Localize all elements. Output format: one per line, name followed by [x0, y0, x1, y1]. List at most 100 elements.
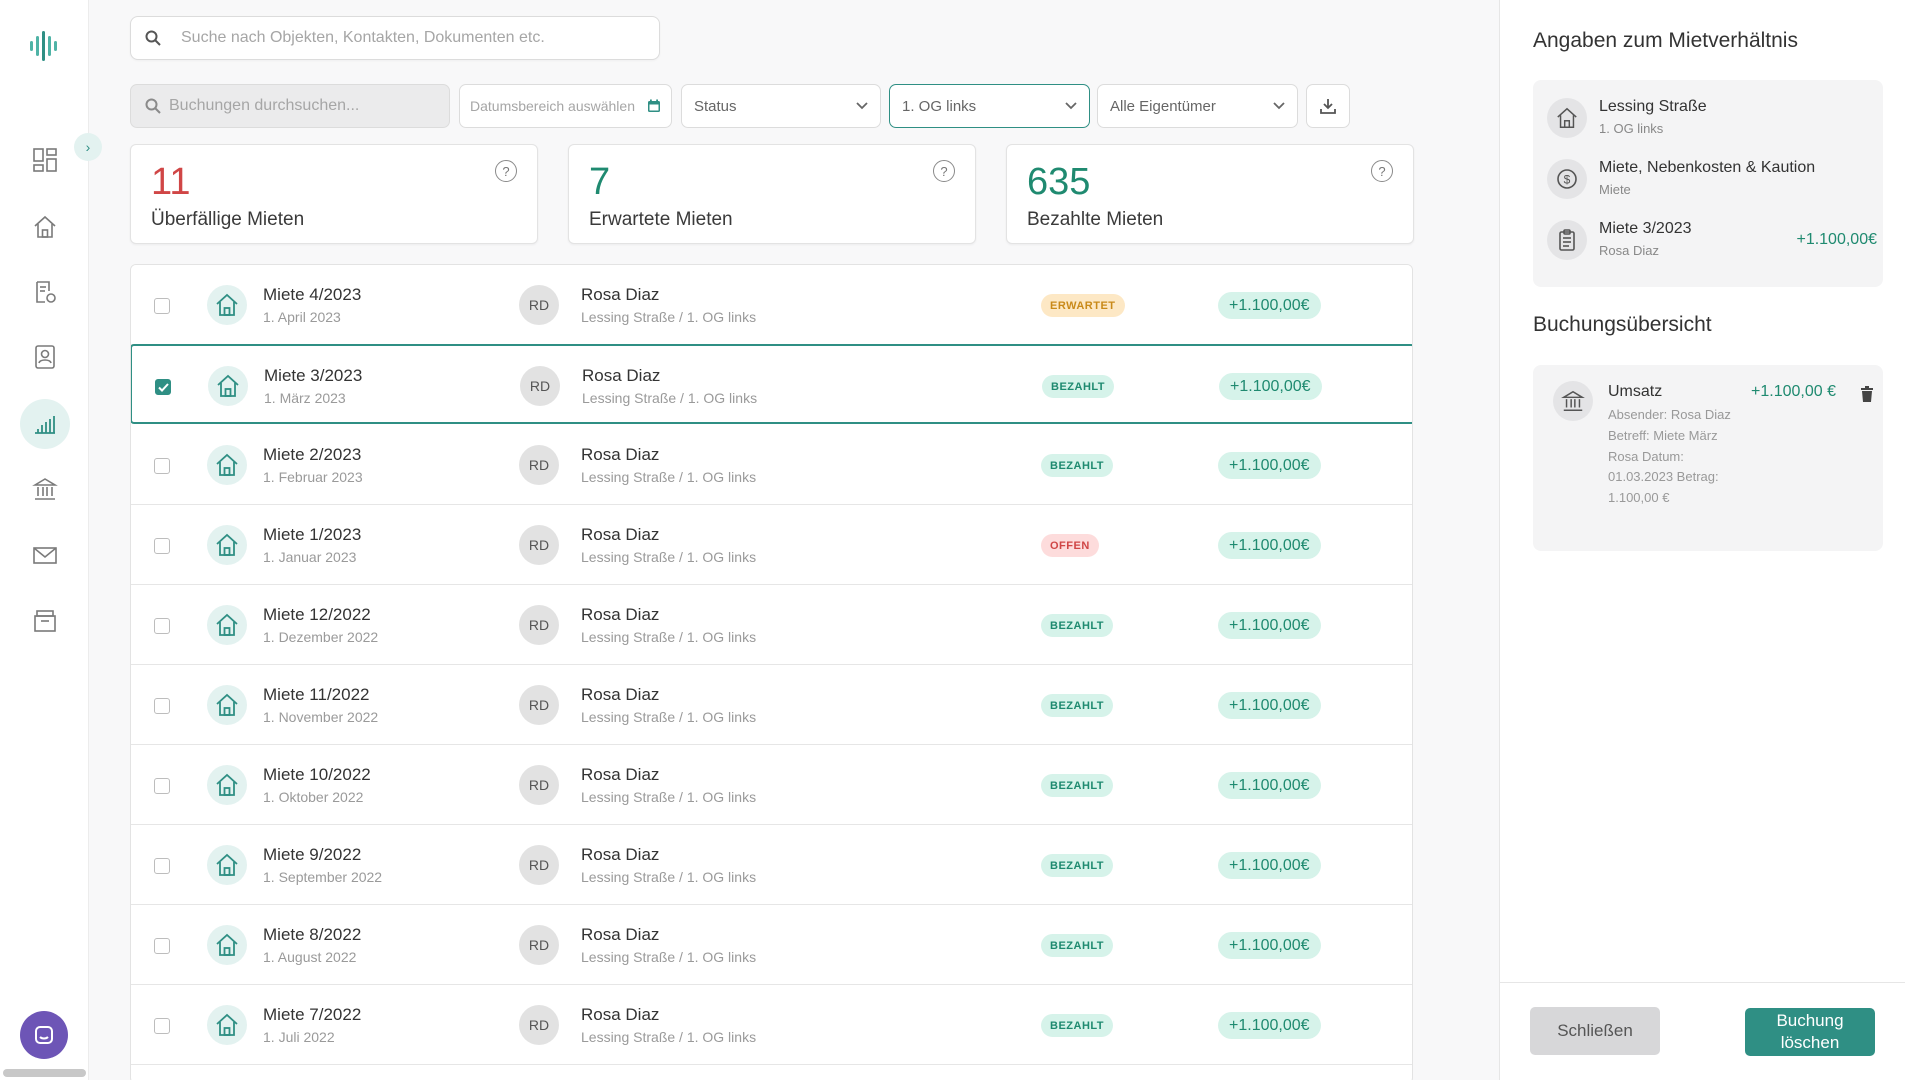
- row-title: Miete 11/2022: [263, 685, 370, 704]
- archive-icon[interactable]: [26, 602, 64, 640]
- table-row[interactable]: Miete 10/2022 1. Oktober 2022 RD Rosa Diaz L…: [131, 745, 1412, 825]
- row-date: 1. August 2022: [263, 949, 357, 965]
- tenant-name: Rosa Diaz: [581, 445, 660, 464]
- table-row[interactable]: Miete 11/2022 1. November 2022 RD Rosa Diaz…: [131, 665, 1412, 745]
- table-row[interactable]: Miete 2/2023 1. Februar 2023 RD Rosa Diaz Le…: [131, 425, 1412, 505]
- contact-book-icon[interactable]: [26, 338, 64, 376]
- help-icon[interactable]: ?: [1371, 160, 1393, 182]
- row-checkbox[interactable]: [154, 298, 170, 314]
- bank-icon[interactable]: [26, 470, 64, 508]
- booking-search[interactable]: [130, 84, 450, 128]
- tenant-unit: Lessing Straße / 1. OG links: [581, 469, 757, 485]
- booking-search-input[interactable]: [169, 97, 439, 115]
- status-select[interactable]: Status: [681, 84, 881, 128]
- tenant-name: Rosa Diaz: [581, 925, 660, 944]
- row-checkbox[interactable]: [154, 938, 170, 954]
- sidebar-scrollbar[interactable]: [3, 1069, 86, 1077]
- house-icon: [207, 845, 247, 885]
- tenant-unit: Lessing Straße / 1. OG links: [581, 949, 757, 965]
- unit-select[interactable]: 1. OG links: [889, 84, 1090, 128]
- house-icon: [207, 925, 247, 965]
- panel-title: Angaben zum Mietverhältnis: [1533, 29, 1798, 52]
- row-checkbox[interactable]: [154, 778, 170, 794]
- stat-value: 635: [1027, 161, 1091, 203]
- avatar: RD: [520, 366, 560, 406]
- row-checkbox[interactable]: [154, 858, 170, 874]
- calendar-icon: [648, 99, 660, 112]
- stat-card-paid[interactable]: 635 Bezahlte Mieten ?: [1006, 144, 1414, 244]
- row-date: 1. April 2023: [263, 309, 341, 325]
- home-icon: [1547, 98, 1587, 138]
- trash-icon[interactable]: [1860, 386, 1874, 407]
- booking-details: Absender: Rosa Diaz Betreff: Miete März …: [1608, 407, 1731, 506]
- status-badge: BEZAHLT: [1041, 854, 1114, 877]
- avatar: RD: [519, 525, 559, 565]
- avatar: RD: [519, 765, 559, 805]
- row-title: Miete 10/2022: [263, 765, 371, 784]
- rent-title: Miete 3/2023: [1599, 220, 1692, 237]
- help-icon[interactable]: ?: [933, 160, 955, 182]
- date-range-placeholder: Datumsbereich auswählen: [470, 98, 635, 114]
- booking-amount: +1.100,00 €: [1751, 383, 1836, 400]
- category-item[interactable]: $ Miete, Nebenkosten & Kaution Miete: [1547, 155, 1877, 205]
- owner-select[interactable]: Alle Eigentümer: [1097, 84, 1298, 128]
- category-sub: Miete: [1599, 182, 1631, 197]
- global-search-input[interactable]: [181, 29, 621, 47]
- bar-chart-icon[interactable]: [20, 399, 70, 449]
- dashboard-icon[interactable]: [26, 141, 64, 179]
- row-checkbox[interactable]: [154, 698, 170, 714]
- panel-footer-divider: [1500, 982, 1905, 983]
- bookings-table: Miete 4/2023 1. April 2023 RD Rosa Diaz Less…: [130, 264, 1413, 1080]
- property-item[interactable]: Lessing Straße 1. OG links: [1547, 94, 1877, 144]
- avatar: RD: [519, 605, 559, 645]
- stat-card-expected[interactable]: 7 Erwartete Mieten ?: [568, 144, 976, 244]
- home-icon[interactable]: [26, 208, 64, 246]
- rent-item[interactable]: Miete 3/2023 Rosa Diaz +1.100,00€: [1547, 216, 1877, 266]
- row-checkbox[interactable]: [154, 1018, 170, 1034]
- tenant-name: Rosa Diaz: [581, 845, 660, 864]
- main-content: Datumsbereich auswählen Status 1. OG lin…: [89, 0, 1499, 1080]
- mail-icon[interactable]: [26, 536, 64, 574]
- category-title: Miete, Nebenkosten & Kaution: [1599, 159, 1816, 176]
- global-search[interactable]: [130, 16, 660, 60]
- details-panel: Angaben zum Mietverhältnis Lessing Straß…: [1499, 0, 1905, 1080]
- table-row[interactable]: Miete 4/2023 1. April 2023 RD Rosa Diaz Less…: [131, 265, 1412, 345]
- chevron-down-icon: [856, 102, 868, 110]
- row-date: 1. September 2022: [263, 869, 383, 885]
- row-title: Miete 4/2023: [263, 285, 362, 304]
- house-icon: [207, 1005, 247, 1045]
- table-row[interactable]: Miete 3/2023 1. März 2023 RD Rosa Diaz Lessi…: [131, 344, 1412, 424]
- download-button[interactable]: [1306, 84, 1350, 128]
- help-icon[interactable]: ?: [495, 160, 517, 182]
- app-logo[interactable]: [26, 28, 62, 64]
- row-date: 1. Oktober 2022: [263, 789, 364, 805]
- row-checkbox[interactable]: [154, 458, 170, 474]
- delete-booking-button[interactable]: Buchung löschen: [1745, 1008, 1875, 1056]
- close-button[interactable]: Schließen: [1530, 1007, 1660, 1055]
- rent-amount: +1.100,00€: [1796, 231, 1877, 248]
- stat-card-overdue[interactable]: 11 Überfällige Mieten ?: [130, 144, 538, 244]
- table-row[interactable]: Miete 9/2022 1. September 2022 RD Rosa Diaz…: [131, 825, 1412, 905]
- unit-select-value: 1. OG links: [902, 97, 977, 115]
- sidebar-expand-button[interactable]: ›: [74, 133, 102, 161]
- row-checkbox[interactable]: [154, 618, 170, 634]
- document-settings-icon[interactable]: [26, 273, 64, 311]
- download-icon: [1320, 99, 1336, 114]
- status-badge: BEZAHLT: [1041, 454, 1114, 477]
- table-row[interactable]: Miete 7/2022 1. Juli 2022 RD Rosa Diaz Lessi…: [131, 985, 1412, 1065]
- bank-icon: [1553, 381, 1593, 421]
- row-date: 1. Juli 2022: [263, 1029, 335, 1045]
- table-row[interactable]: Miete 8/2022 1. August 2022 RD Rosa Diaz Les…: [131, 905, 1412, 985]
- tenant-name: Rosa Diaz: [581, 685, 660, 704]
- table-row[interactable]: Miete 1/2023 1. Januar 2023 RD Rosa Diaz Les…: [131, 505, 1412, 585]
- row-title: Miete 7/2022: [263, 1005, 362, 1024]
- amount-badge: +1.100,00€: [1218, 612, 1321, 639]
- row-checkbox[interactable]: [154, 538, 170, 554]
- house-icon: [207, 765, 247, 805]
- date-range-picker[interactable]: Datumsbereich auswählen: [459, 84, 672, 128]
- tenant-name: Rosa Diaz: [581, 605, 660, 624]
- stat-value: 11: [151, 161, 191, 203]
- row-checkbox[interactable]: [155, 379, 171, 395]
- table-row[interactable]: Miete 12/2022 1. Dezember 2022 RD Rosa Diaz…: [131, 585, 1412, 665]
- chat-button[interactable]: [20, 1011, 68, 1059]
